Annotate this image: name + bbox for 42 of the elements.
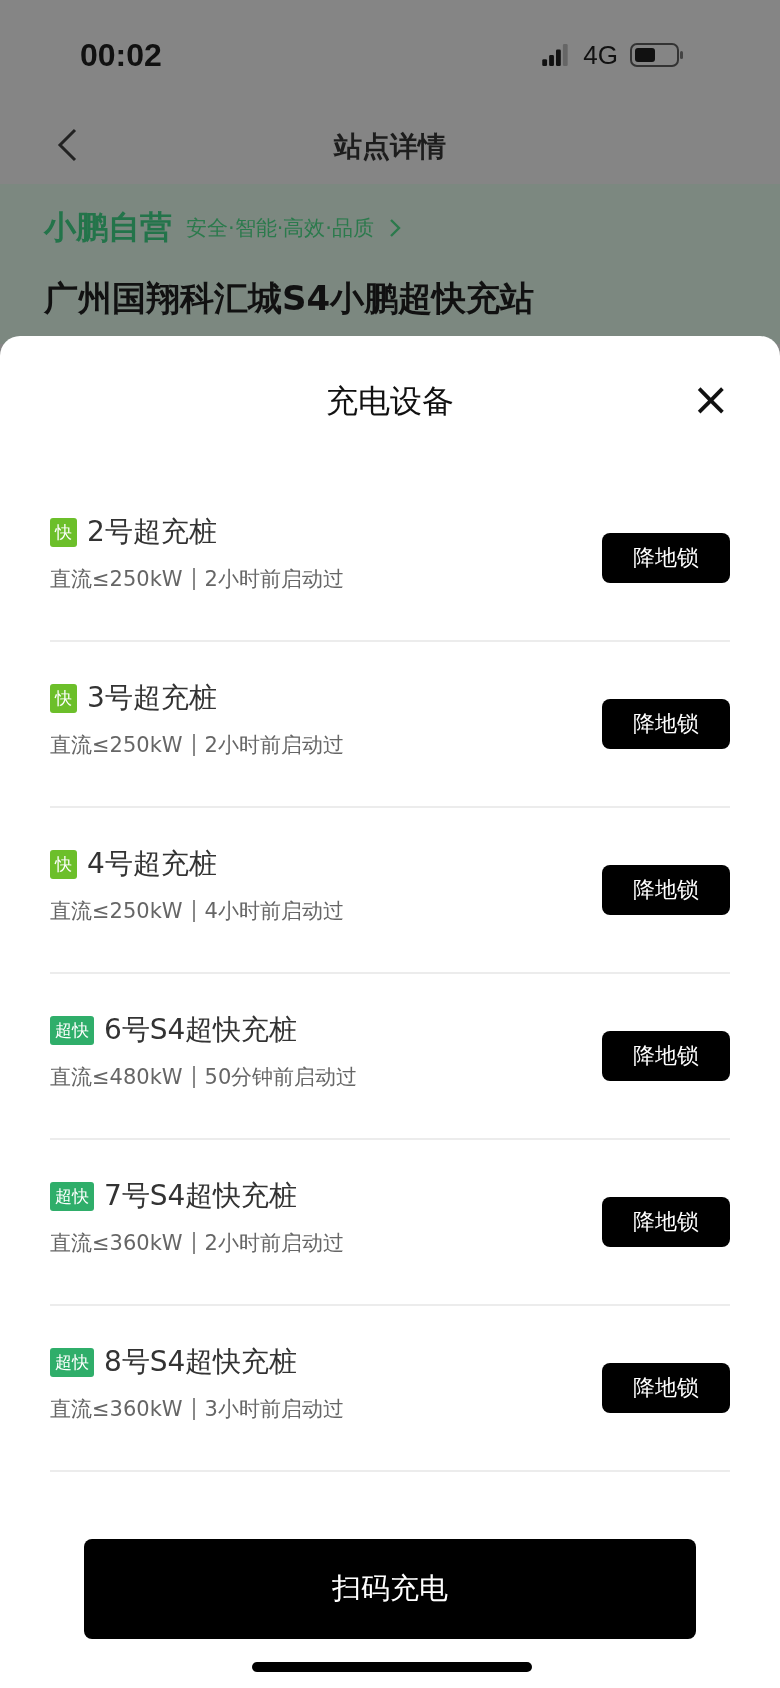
last-used-time: 2小时前启动过 — [204, 732, 344, 759]
close-button[interactable]: × — [687, 376, 734, 422]
speed-tag: 快 — [50, 849, 77, 879]
last-used-time: 3小时前启动过 — [204, 1396, 344, 1423]
power-rating: 直流≤250kW — [50, 898, 183, 925]
power-rating: 直流≤250kW — [50, 732, 183, 759]
speed-tag: 超快 — [50, 1015, 94, 1045]
power-rating: 直流≤360kW — [50, 1396, 183, 1423]
speed-tag: 快 — [50, 517, 77, 547]
back-button[interactable] — [56, 128, 78, 162]
charger-name: 3号超充桩 — [87, 680, 217, 716]
lower-lock-button[interactable]: 降地锁 — [602, 1031, 730, 1081]
brand-label: 小鹏自营 — [44, 207, 172, 248]
sheet-title: 充电设备 — [326, 381, 454, 422]
station-name: 广州国翔科汇城S4小鹏超快充站 — [44, 277, 536, 320]
page-title: 站点详情 — [334, 129, 446, 165]
speed-tag: 超快 — [50, 1347, 94, 1377]
speed-tag: 超快 — [50, 1181, 94, 1211]
lower-lock-button[interactable]: 降地锁 — [602, 1363, 730, 1413]
lower-lock-button[interactable]: 降地锁 — [602, 699, 730, 749]
power-rating: 直流≤480kW — [50, 1064, 183, 1091]
power-rating: 直流≤250kW — [50, 566, 183, 593]
network-label: 4G — [583, 39, 618, 71]
speed-tag: 快 — [50, 683, 77, 713]
charger-name: 4号超充桩 — [87, 846, 217, 882]
lower-lock-button[interactable]: 降地锁 — [602, 1197, 730, 1247]
last-used-time: 50分钟前启动过 — [204, 1064, 358, 1091]
charger-name: 8号S4超快充桩 — [104, 1344, 298, 1380]
battery-icon — [630, 43, 684, 67]
last-used-time: 2小时前启动过 — [204, 566, 344, 593]
last-used-time: 2小时前启动过 — [204, 1230, 344, 1257]
chevron-right-icon — [388, 217, 403, 239]
power-rating: 直流≤360kW — [50, 1230, 183, 1257]
back-icon — [56, 128, 78, 162]
lower-lock-button[interactable]: 降地锁 — [602, 865, 730, 915]
charger-name: 2号超充桩 — [87, 514, 217, 550]
status-time: 00:02 — [80, 36, 162, 74]
charger-name: 7号S4超快充桩 — [104, 1178, 298, 1214]
lower-lock-button[interactable]: 降地锁 — [602, 533, 730, 583]
scan-charge-button[interactable]: 扫码充电 — [84, 1539, 696, 1639]
last-used-time: 4小时前启动过 — [204, 898, 344, 925]
charger-name: 6号S4超快充桩 — [104, 1012, 298, 1048]
